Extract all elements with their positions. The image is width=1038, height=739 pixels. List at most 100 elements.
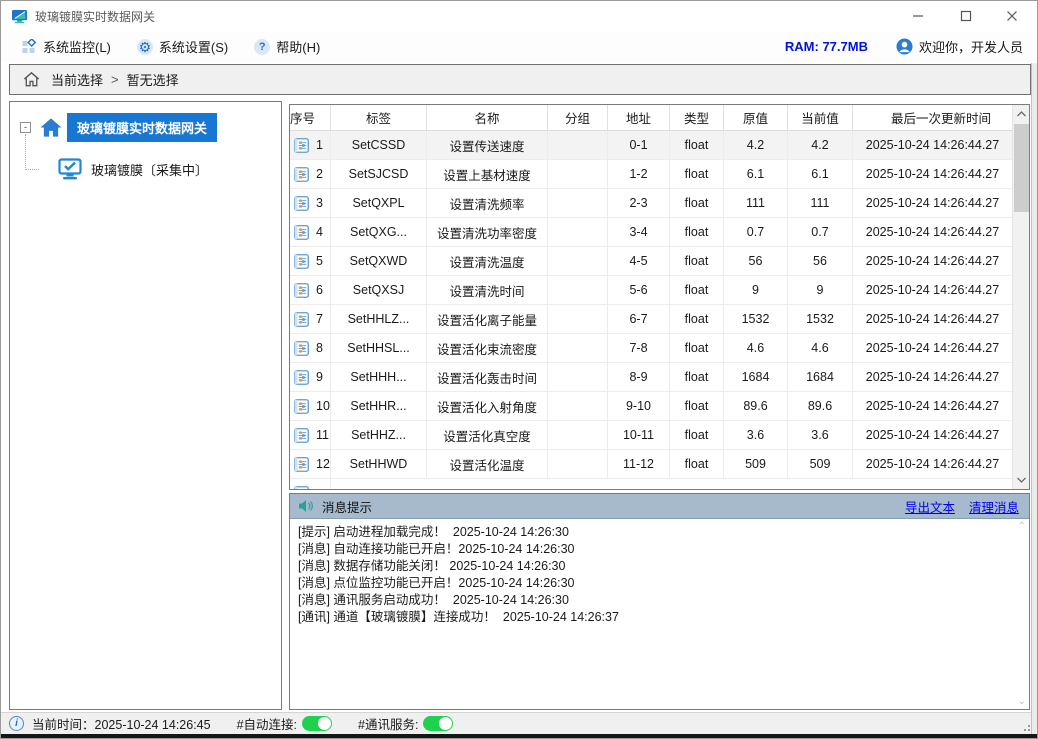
table-scrollbar[interactable] (1012, 105, 1029, 489)
column-header-8[interactable]: 当前值 (788, 105, 853, 131)
maximize-button[interactable] (943, 1, 989, 31)
cell-index: 4 (290, 218, 331, 246)
table-row[interactable]: 10SetHHR...设置活化入射角度9-10float89.689.62025… (290, 392, 1012, 421)
cell-index: 7 (290, 305, 331, 333)
comm-service-toggle[interactable] (423, 716, 453, 731)
cell-address: 5-6 (608, 276, 670, 304)
table-row[interactable]: 6SetQXSJ设置清洗时间5-6float992025-10-24 14:26… (290, 276, 1012, 305)
message-line: [通讯] 通道【玻璃镀膜】连接成功！ 2025-10-24 14:26:37 (298, 609, 1021, 626)
tag-icon (294, 428, 309, 443)
column-header-4[interactable]: 分组 (548, 105, 608, 131)
column-header-9[interactable]: 最后一次更新时间 (853, 105, 1029, 131)
cell-group (548, 305, 608, 333)
table-body: 1SetCSSD设置传送速度0-1float4.24.22025-10-24 1… (290, 131, 1012, 489)
column-header-5[interactable]: 地址 (608, 105, 670, 131)
cell-group (548, 189, 608, 217)
cell-name: 设置清洗频率 (427, 189, 548, 217)
row-number: 7 (316, 312, 323, 326)
cell-index: 8 (290, 334, 331, 362)
table-row[interactable]: 12SetHHWD设置活化温度11-12float5095092025-10-2… (290, 450, 1012, 479)
cell-name: 设置清洗功率密度 (427, 218, 548, 246)
table-row[interactable]: 11SetHHZ...设置活化真空度10-11float3.63.62025-1… (290, 421, 1012, 450)
message-line: [消息] 数据存储功能关闭！ 2025-10-24 14:26:30 (298, 558, 1021, 575)
menu-bar: 系统监控(L) ⚙ 系统设置(S) ? 帮助(H) RAM: 77.7MB 欢迎… (1, 31, 1037, 62)
menu-help[interactable]: ? 帮助(H) (248, 34, 326, 59)
column-header-6[interactable]: 类型 (670, 105, 724, 131)
tag-icon (294, 341, 309, 356)
cell-original: 4.2 (724, 131, 788, 159)
message-panel-title: 消息提示 (322, 497, 372, 516)
tree-expander[interactable]: - (20, 122, 31, 133)
table-row[interactable]: 9SetHHH...设置活化轰击时间8-9float168416842025-1… (290, 363, 1012, 392)
ram-indicator: RAM: 77.7MB (785, 39, 868, 54)
cell-current: 6.1 (788, 160, 853, 188)
message-scroll-down-icon[interactable]: ⌄ (1018, 696, 1026, 707)
cell-updated: 2025-10-24 14:26:44.27 (853, 218, 1012, 246)
auto-connect-toggle[interactable] (302, 716, 332, 731)
cell-name: 设置上基材速度 (427, 160, 548, 188)
row-number: 12 (316, 457, 330, 471)
cell-tag: SetCSSD (331, 131, 427, 159)
cell-index: 3 (290, 189, 331, 217)
cell-name: 设置活化温度 (427, 450, 548, 478)
cell-updated: 2025-10-24 14:26:44.27 (853, 276, 1012, 304)
tree-node-channel[interactable]: 玻璃镀膜〔采集中〕 (58, 154, 208, 184)
export-text-link[interactable]: 导出文本 (905, 497, 955, 516)
cell-original: 9 (724, 276, 788, 304)
cell-index: 1 (290, 131, 331, 159)
cell-name: 设置活化束流密度 (427, 334, 548, 362)
tree-node-root[interactable]: - 玻璃镀膜实时数据网关 (10, 112, 281, 142)
cell-address: 6-7 (608, 305, 670, 333)
cell-updated: 2025-10-24 14:26:44.27 (853, 450, 1012, 478)
table-row[interactable]: 2SetSJCSD设置上基材速度1-2float6.16.12025-10-24… (290, 160, 1012, 189)
table-row[interactable]: 4SetQXG...设置清洗功率密度3-4float0.70.72025-10-… (290, 218, 1012, 247)
home-node-icon (39, 117, 63, 138)
table-row[interactable]: 3SetQXPL设置清洗频率2-3float1111112025-10-24 1… (290, 189, 1012, 218)
cell-tag: SetHHWD (331, 450, 427, 478)
cell-name: 设置活化入射角度 (427, 392, 548, 420)
cell-current: 56 (788, 247, 853, 275)
app-window: 玻璃镀膜实时数据网关 系统监控(L) ⚙ 系统设置(S) (0, 0, 1038, 739)
column-header-1[interactable]: 序号 (290, 105, 331, 131)
breadcrumb-prefix: 当前选择 (51, 70, 103, 89)
cell-updated: 2025-10-24 14:26:44.27 (853, 189, 1012, 217)
table-row-partial[interactable] (290, 479, 1012, 489)
message-scroll-up-icon[interactable]: ⌃ (1018, 521, 1026, 532)
menu-system-monitor[interactable]: 系统监控(L) (15, 34, 117, 59)
minimize-button[interactable] (895, 1, 941, 31)
table-row[interactable]: 5SetQXWD设置清洗温度4-5float56562025-10-24 14:… (290, 247, 1012, 276)
help-icon: ? (254, 39, 270, 55)
tag-icon (294, 138, 309, 153)
cell-updated: 2025-10-24 14:26:44.27 (853, 392, 1012, 420)
device-tree-panel: - 玻璃镀膜实时数据网关 玻璃镀膜〔采集中〕 (9, 101, 282, 710)
scrollbar-thumb[interactable] (1014, 124, 1029, 212)
comm-service-label: #通讯服务: (358, 714, 418, 733)
cell-current: 111 (788, 189, 853, 217)
column-header-3[interactable]: 名称 (427, 105, 548, 131)
cell-group (548, 160, 608, 188)
points-table: 序号标签名称分组地址类型原值当前值最后一次更新时间 1SetCSSD设置传送速度… (289, 104, 1030, 490)
menu-system-settings[interactable]: ⚙ 系统设置(S) (131, 34, 234, 59)
table-row[interactable]: 8SetHHSL...设置活化束流密度7-8float4.64.62025-10… (290, 334, 1012, 363)
column-header-7[interactable]: 原值 (724, 105, 788, 131)
scroll-up-arrow[interactable] (1013, 106, 1029, 122)
cell-address: 1-2 (608, 160, 670, 188)
menu-help-label: 帮助(H) (276, 37, 320, 56)
cell-original: 56 (724, 247, 788, 275)
column-header-2[interactable]: 标签 (331, 105, 427, 131)
scroll-down-arrow[interactable] (1013, 472, 1029, 488)
close-button[interactable] (989, 1, 1035, 31)
cell-index: 11 (290, 421, 331, 449)
tag-icon (294, 254, 309, 269)
cell-type: float (670, 218, 724, 246)
row-number: 1 (316, 138, 323, 152)
cell-original: 6.1 (724, 160, 788, 188)
cell-group (548, 421, 608, 449)
table-row[interactable]: 1SetCSSD设置传送速度0-1float4.24.22025-10-24 1… (290, 131, 1012, 160)
table-row[interactable]: 7SetHHLZ...设置活化离子能量6-7float153215322025-… (290, 305, 1012, 334)
clear-messages-link[interactable]: 清理消息 (969, 497, 1019, 516)
message-line: [消息] 点位监控功能已开启！2025-10-24 14:26:30 (298, 575, 1021, 592)
row-number: 11 (316, 428, 329, 442)
cell-original: 3.6 (724, 421, 788, 449)
cell-type: float (670, 189, 724, 217)
